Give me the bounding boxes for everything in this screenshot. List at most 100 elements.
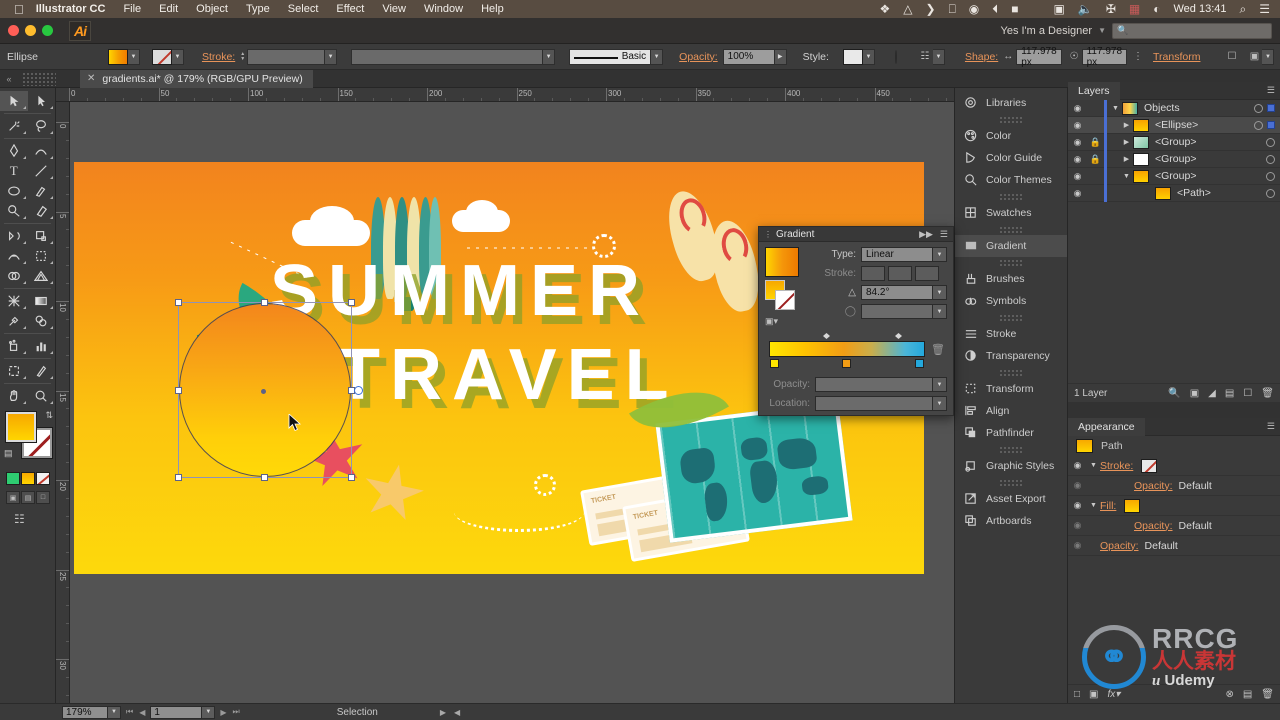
appearance-fill-swatch[interactable] bbox=[1124, 498, 1141, 513]
screen-record-icon[interactable]: ▣ bbox=[1054, 3, 1065, 15]
panel-menu-icon[interactable]: ☰ bbox=[940, 229, 948, 240]
full-screen-menu-mode-button[interactable]: ▤ bbox=[21, 491, 35, 504]
appearance-attribute-label[interactable]: Opacity: bbox=[1134, 480, 1173, 492]
target-indicator-icon[interactable] bbox=[1254, 120, 1263, 130]
gradient-stop[interactable] bbox=[915, 356, 925, 368]
stroke-gradient-within-icon[interactable] bbox=[861, 266, 885, 281]
eye-icon[interactable]: ◉ bbox=[1068, 137, 1087, 148]
gradient-angle-value[interactable]: 84.2° bbox=[861, 285, 933, 300]
artboard-number-field[interactable]: 1 bbox=[150, 705, 203, 719]
line-segment-tool[interactable] bbox=[28, 161, 56, 181]
make-mask-icon[interactable]: ▣ bbox=[1190, 388, 1199, 399]
appearance-row[interactable]: ◉ Opacity: Default bbox=[1068, 516, 1280, 536]
align-icon[interactable]: ☷ bbox=[917, 49, 933, 65]
menu-view[interactable]: View bbox=[382, 3, 406, 15]
dock-item-asset-export[interactable]: Asset Export bbox=[955, 488, 1067, 510]
appearance-row[interactable]: ◉ Opacity: Default bbox=[1068, 476, 1280, 496]
target-indicator-icon[interactable] bbox=[1254, 103, 1263, 113]
dock-item-color-themes[interactable]: Color Themes bbox=[955, 169, 1067, 191]
eye-icon[interactable]: ◉ bbox=[1068, 540, 1087, 551]
full-screen-mode-button[interactable]: □ bbox=[36, 491, 50, 504]
gradient-opacity-dropdown-icon[interactable]: ▼ bbox=[933, 377, 947, 392]
color-mode-button[interactable] bbox=[6, 472, 20, 485]
chevron-icon[interactable]: ❯ bbox=[926, 3, 936, 15]
layer-row[interactable]: ◉ <Path> bbox=[1068, 184, 1280, 202]
swap-fill-stroke-icon[interactable]: ⇅ bbox=[45, 410, 53, 421]
list-icon[interactable]: ☰ bbox=[1259, 3, 1270, 15]
eye-icon[interactable]: ◉ bbox=[1068, 500, 1087, 511]
gradient-aspect-value[interactable] bbox=[861, 304, 933, 319]
normal-screen-mode-button[interactable]: ▣ bbox=[6, 491, 20, 504]
time-machine-icon[interactable]: ⏴ bbox=[992, 3, 998, 15]
search-icon[interactable]: ⌕ bbox=[1240, 3, 1247, 15]
previous-artboard-button[interactable]: ◀ bbox=[139, 708, 145, 717]
transform-dropdown-icon[interactable]: ▼ bbox=[1262, 48, 1275, 65]
battery-icon[interactable]: ■ bbox=[1011, 3, 1018, 15]
trash-icon[interactable]: 🗑 bbox=[931, 343, 945, 356]
gradient-slider-bar[interactable] bbox=[769, 341, 926, 368]
gradient-panel[interactable]: ⋮ Gradient ▶▶ ☰ ▣▾ Type: Linear ▼ Stroke… bbox=[758, 226, 954, 416]
fill-stroke-control[interactable]: ⇅ ▤ bbox=[4, 410, 55, 466]
opacity-field[interactable]: 100% bbox=[722, 48, 775, 65]
first-artboard-button[interactable]: ⏮ bbox=[126, 707, 133, 717]
disclosure-triangle-icon[interactable]: ▶ bbox=[1120, 138, 1133, 146]
eye-icon[interactable]: ◉ bbox=[1068, 188, 1087, 199]
dock-item-swatches[interactable]: Swatches bbox=[955, 202, 1067, 224]
appearance-attribute-label[interactable]: Stroke: bbox=[1100, 460, 1133, 472]
stroke-label[interactable]: Stroke: bbox=[202, 51, 235, 63]
shape-label[interactable]: Shape: bbox=[965, 51, 998, 63]
eye-icon[interactable]: ◉ bbox=[1068, 120, 1087, 131]
width-tool[interactable] bbox=[0, 246, 28, 266]
workspace-switcher[interactable]: Yes I'm a Designer ▼ bbox=[1001, 25, 1113, 37]
layer-row[interactable]: ◉ ▼ <Group> bbox=[1068, 167, 1280, 185]
stroke-swatch-button[interactable] bbox=[151, 48, 172, 65]
close-icon[interactable]: ✕ bbox=[87, 73, 95, 84]
gradient-angle-dropdown-icon[interactable]: ▼ bbox=[933, 285, 947, 300]
disclosure-triangle-icon[interactable]: ▼ bbox=[1087, 502, 1100, 509]
gradient-tool[interactable] bbox=[28, 291, 56, 311]
recolor-artwork-button[interactable] bbox=[894, 49, 897, 64]
menu-window[interactable]: Window bbox=[424, 3, 463, 15]
selection-handle[interactable] bbox=[175, 387, 182, 394]
rotate-tool[interactable] bbox=[0, 226, 28, 246]
target-indicator-icon[interactable] bbox=[1266, 137, 1275, 147]
menu-object[interactable]: Object bbox=[196, 3, 228, 15]
constrain-proportions-icon[interactable]: ⋮ bbox=[1133, 49, 1143, 65]
blend-tool[interactable] bbox=[28, 311, 56, 331]
dock-group-grip[interactable] bbox=[999, 479, 1023, 486]
ellipse-tool[interactable] bbox=[0, 181, 28, 201]
gradient-stop[interactable] bbox=[770, 356, 779, 368]
shape-width-field[interactable]: 117.978 px bbox=[1016, 46, 1062, 68]
next-artboard-button[interactable]: ▶ bbox=[220, 708, 226, 717]
menu-edit[interactable]: Edit bbox=[159, 3, 178, 15]
opacity-label[interactable]: Opacity: bbox=[679, 51, 718, 63]
gradient-panel-title-bar[interactable]: ⋮ Gradient ▶▶ ☰ bbox=[759, 227, 953, 242]
stroke-profile-field[interactable] bbox=[351, 48, 544, 65]
dock-item-libraries[interactable]: Libraries bbox=[955, 92, 1067, 114]
dock-item-graphic-styles[interactable]: Graphic Styles bbox=[955, 455, 1067, 477]
status-resize-icon[interactable]: ◀ bbox=[454, 708, 460, 717]
creative-cloud-icon[interactable]: ◉ bbox=[969, 3, 979, 15]
gradient-fill-stroke-control[interactable] bbox=[765, 280, 795, 310]
window-controls[interactable] bbox=[0, 25, 53, 36]
selection-handle[interactable] bbox=[348, 299, 355, 306]
dock-group-grip[interactable] bbox=[999, 369, 1023, 376]
dock-group-grip[interactable] bbox=[999, 314, 1023, 321]
google-drive-icon[interactable]: △ bbox=[903, 3, 912, 15]
dock-group-grip[interactable] bbox=[999, 259, 1023, 266]
selection-handle[interactable] bbox=[261, 299, 268, 306]
lock-icon[interactable]: 🔒 bbox=[1087, 137, 1104, 148]
disclosure-triangle-icon[interactable]: ▼ bbox=[1109, 105, 1122, 112]
target-indicator-icon[interactable] bbox=[1266, 171, 1275, 181]
volume-icon[interactable]: 🔈 bbox=[1078, 3, 1093, 15]
minimize-window-button[interactable] bbox=[25, 25, 36, 36]
appearance-attribute-label[interactable]: Fill: bbox=[1100, 500, 1116, 512]
shape-height-field[interactable]: 117.978 px bbox=[1081, 46, 1127, 68]
collapse-panel-icon[interactable]: « bbox=[0, 74, 18, 84]
appearance-row[interactable]: ◉ Opacity: Default bbox=[1068, 536, 1280, 556]
graphic-style-swatch[interactable] bbox=[842, 48, 863, 65]
brush-dropdown-icon[interactable]: ▼ bbox=[651, 48, 664, 65]
lasso-tool[interactable] bbox=[28, 116, 56, 136]
dock-group-grip[interactable] bbox=[999, 226, 1023, 233]
panel-menu-icon[interactable]: ☰ bbox=[1267, 421, 1280, 432]
